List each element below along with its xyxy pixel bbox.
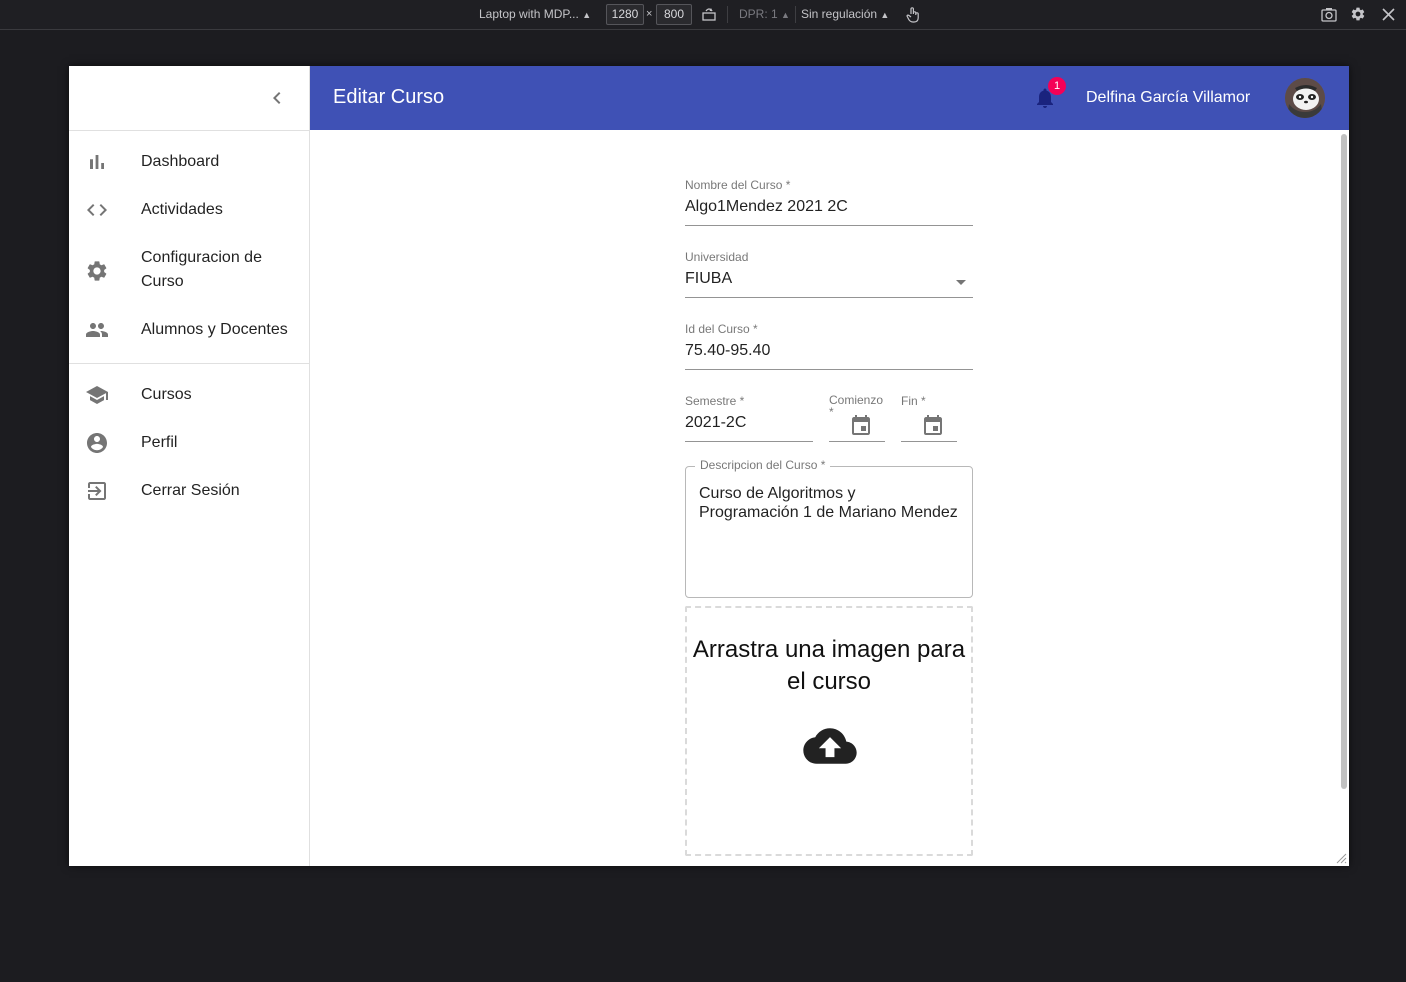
underline: [829, 441, 885, 442]
sidebar-item-label: Cursos: [141, 386, 192, 403]
course-id-label: Id del Curso *: [685, 322, 758, 336]
start-date-label: Comienzo *: [829, 394, 884, 414]
dropzone-text: Arrastra una imagen para el curso: [692, 636, 966, 695]
university-value[interactable]: FIUBA: [685, 268, 732, 290]
start-date-field[interactable]: Comienzo *: [829, 394, 885, 442]
height-input[interactable]: 800: [656, 4, 692, 25]
course-name-input[interactable]: Algo1Mendez 2021 2C: [685, 196, 848, 218]
semester-label: Semestre *: [685, 394, 745, 408]
sidebar-item-dashboard[interactable]: Dashboard: [69, 150, 309, 174]
account-circle-icon: [87, 433, 107, 453]
sidebar-item-label: Perfil: [141, 434, 178, 451]
sidebar-item-cerrar-sesion[interactable]: Cerrar Sesión: [69, 479, 309, 503]
screenshot-icon[interactable]: [1321, 7, 1337, 22]
updown-icon: ▲︎: [781, 10, 790, 20]
course-name-label: Nombre del Curso *: [685, 178, 791, 192]
avatar-image: [1285, 78, 1325, 118]
width-input[interactable]: 1280: [606, 4, 644, 25]
sidebar-item-label: Dashboard: [141, 153, 220, 170]
updown-icon: ▲︎: [880, 10, 890, 20]
description-text[interactable]: Curso de Algoritmos y Programación 1 de …: [699, 484, 959, 522]
updown-icon: ▲︎: [582, 10, 592, 20]
code-icon: [87, 204, 107, 216]
main-content: Nombre del Curso * Algo1Mendez 2021 2C U…: [310, 130, 1340, 866]
app-bar: Editar Curso 1 Delfina García Villamor: [310, 66, 1349, 130]
sidebar-divider: [69, 363, 309, 364]
device-select-label: Laptop with MDP...: [479, 7, 579, 21]
dpr-label: DPR: 1: [739, 7, 778, 21]
university-select[interactable]: Universidad FIUBA: [685, 250, 973, 298]
semester-input[interactable]: 2021-2C: [685, 412, 746, 434]
sidebar-item-cursos[interactable]: Cursos: [69, 383, 309, 407]
sidebar-item-perfil[interactable]: Perfil: [69, 431, 309, 455]
sidebar-item-label: Cerrar Sesión: [141, 482, 240, 499]
devtools-toolbar: Laptop with MDP... ▲︎ 1280 × 800 DPR: 1 …: [0, 0, 1406, 30]
description-label: Descripcion del Curso *: [695, 458, 831, 472]
end-date-label: Fin *: [901, 394, 926, 408]
description-textarea[interactable]: Descripcion del Curso * Curso de Algorit…: [685, 458, 973, 598]
sidebar-item-alumnos[interactable]: Alumnos y Docentes: [69, 318, 309, 342]
people-icon: [86, 323, 108, 337]
school-icon: [86, 386, 108, 404]
course-id-field[interactable]: Id del Curso * 75.40-95.40: [685, 322, 973, 370]
underline: [685, 441, 813, 442]
dimension-times: ×: [646, 8, 653, 20]
chevron-left-icon[interactable]: [265, 86, 289, 110]
underline: [685, 369, 973, 370]
settings-icon[interactable]: [1350, 6, 1366, 22]
throttling-label: Sin regulación: [801, 7, 878, 21]
page-title: Editar Curso: [333, 86, 445, 108]
device-viewport: Dashboard Actividades Configuracion de C…: [69, 66, 1349, 866]
avatar[interactable]: [1285, 78, 1325, 118]
underline: [685, 297, 973, 298]
image-dropzone[interactable]: Arrastra una imagen para el curso: [685, 606, 973, 856]
resize-handle-icon[interactable]: [1335, 852, 1347, 864]
sidebar: Dashboard Actividades Configuracion de C…: [69, 66, 310, 866]
close-icon[interactable]: [1382, 8, 1395, 21]
sidebar-item-label: Alumnos y Docentes: [141, 321, 288, 338]
touch-icon[interactable]: [905, 6, 921, 23]
arrow-drop-down-icon[interactable]: [949, 270, 973, 294]
dpr-select[interactable]: DPR: 1 ▲︎: [739, 0, 790, 29]
sidebar-item-configuracion[interactable]: Configuracion de Curso: [69, 246, 309, 294]
semester-field[interactable]: Semestre * 2021-2C: [685, 394, 813, 442]
user-name[interactable]: Delfina García Villamor: [1086, 87, 1250, 109]
page-scrollbar[interactable]: [1340, 130, 1349, 866]
bar-chart-icon: [90, 155, 104, 169]
device-select[interactable]: Laptop with MDP... ▲︎: [479, 0, 591, 29]
sidebar-item-actividades[interactable]: Actividades: [69, 198, 309, 222]
calendar-icon[interactable]: [921, 414, 945, 438]
sidebar-header: [69, 66, 309, 131]
underline: [685, 225, 973, 226]
sidebar-item-label: Actividades: [141, 201, 223, 218]
logout-icon: [88, 482, 106, 500]
notification-badge: 1: [1048, 77, 1066, 95]
course-name-field[interactable]: Nombre del Curso * Algo1Mendez 2021 2C: [685, 178, 973, 226]
underline: [901, 441, 957, 442]
course-id-input[interactable]: 75.40-95.40: [685, 340, 770, 362]
throttling-select[interactable]: Sin regulación ▲︎: [801, 0, 889, 29]
university-label: Universidad: [685, 250, 749, 264]
rotate-icon[interactable]: [701, 6, 717, 22]
sidebar-item-label: Configuracion de Curso: [141, 249, 262, 290]
scrollbar-thumb[interactable]: [1341, 134, 1347, 789]
calendar-icon[interactable]: [849, 414, 873, 438]
gear-icon: [87, 261, 107, 281]
end-date-field[interactable]: Fin *: [901, 394, 957, 442]
cloud-upload-icon: [803, 728, 857, 764]
